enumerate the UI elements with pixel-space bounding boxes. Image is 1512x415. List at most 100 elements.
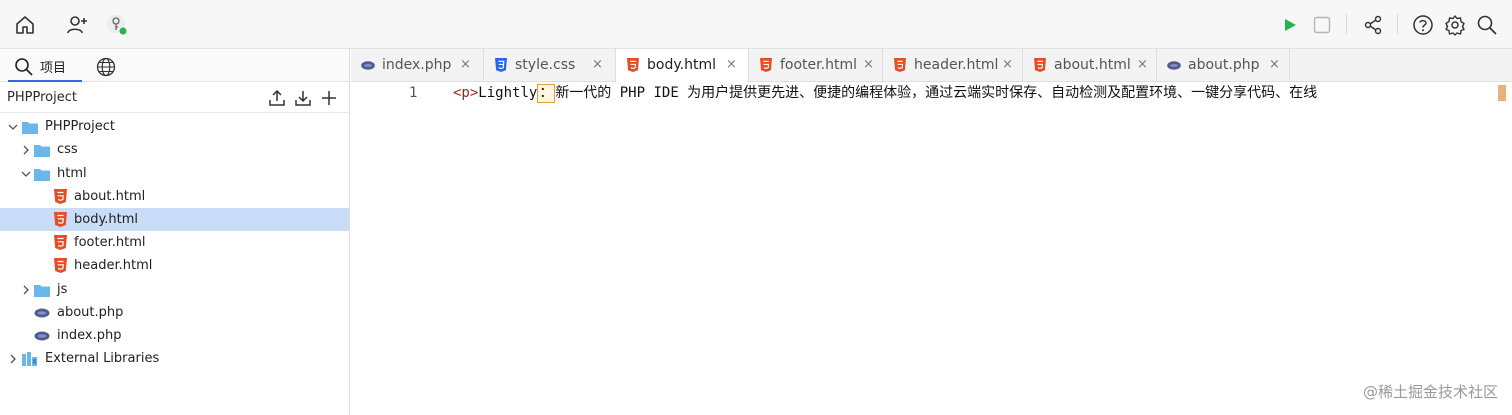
- project-sidebar: 项目 PHPProject PHPProject css html about.…: [0, 49, 350, 415]
- project-title: PHPProject: [7, 90, 77, 105]
- tree-item-about-html[interactable]: about.html: [0, 185, 349, 208]
- watermark: @稀土掘金技术社区: [1362, 383, 1498, 401]
- tree-item-external-libraries[interactable]: External Libraries: [0, 347, 349, 370]
- close-icon[interactable]: ×: [863, 57, 874, 72]
- tree-item-label: header.html: [74, 258, 153, 273]
- tab-label: style.css: [515, 57, 576, 73]
- run-icon[interactable]: [1275, 10, 1305, 40]
- close-icon[interactable]: ×: [1137, 57, 1148, 72]
- tab-about-html[interactable]: about.html ×: [1023, 49, 1157, 82]
- tree-item-header-html[interactable]: header.html: [0, 254, 349, 277]
- tab-project[interactable]: 项目: [8, 53, 82, 82]
- stop-icon[interactable]: [1307, 10, 1337, 40]
- code-line[interactable]: <p>Lightly：新一代的 PHP IDE 为用户提供更先进、便捷的编程体验…: [453, 83, 1317, 103]
- tree-item-label: External Libraries: [45, 351, 160, 366]
- scrollbar-marker[interactable]: [1498, 85, 1506, 101]
- chevron-down-icon[interactable]: [20, 168, 32, 180]
- chevron-down-icon[interactable]: [7, 121, 19, 133]
- top-toolbar: [0, 0, 1512, 49]
- search-icon[interactable]: [1472, 10, 1502, 40]
- folder-icon: [22, 119, 38, 135]
- tab-label: header.html: [914, 57, 999, 73]
- close-icon[interactable]: ×: [1002, 57, 1013, 72]
- folder-icon: [34, 282, 50, 298]
- tree-item-about-php[interactable]: about.php: [0, 301, 349, 324]
- tab-globe[interactable]: [94, 55, 118, 79]
- php-icon: [34, 305, 50, 321]
- tab-label: body.html: [647, 57, 716, 73]
- tab-label: about.html: [1054, 57, 1131, 73]
- tree-item-js[interactable]: js: [0, 278, 349, 301]
- tree-item-label: js: [57, 282, 68, 297]
- add-icon[interactable]: [318, 87, 340, 109]
- html5-icon: [52, 211, 68, 227]
- tab-footer-html[interactable]: footer.html ×: [749, 49, 883, 82]
- text-cursor-highlight: ：: [537, 84, 556, 103]
- tab-style-css[interactable]: style.css ×: [484, 49, 616, 82]
- close-icon[interactable]: ×: [726, 57, 737, 72]
- tree-item-label: about.html: [74, 189, 146, 204]
- php-icon: [1167, 58, 1181, 72]
- html5-icon: [52, 234, 68, 250]
- share-icon[interactable]: [1358, 10, 1388, 40]
- css3-icon: [494, 58, 508, 72]
- tree-item-footer-html[interactable]: footer.html: [0, 231, 349, 254]
- chevron-right-icon[interactable]: [20, 284, 32, 296]
- tree-item-css[interactable]: css: [0, 138, 349, 161]
- library-icon: [22, 351, 38, 367]
- help-icon[interactable]: [1408, 10, 1438, 40]
- add-user-icon[interactable]: [62, 10, 92, 40]
- code-tag: <p>: [453, 85, 479, 101]
- close-icon[interactable]: ×: [1269, 57, 1280, 72]
- editor-tab-bar: index.php × style.css × body.html × foot…: [351, 49, 1512, 83]
- sidebar-tabs: 项目: [0, 49, 349, 82]
- home-icon[interactable]: [10, 10, 40, 40]
- toolbar-separator: [1397, 14, 1398, 34]
- project-header: PHPProject: [0, 82, 349, 113]
- chevron-right-icon[interactable]: [7, 353, 19, 365]
- line-number: 1: [409, 85, 418, 101]
- tab-label: about.php: [1188, 57, 1260, 73]
- tab-body-html[interactable]: body.html ×: [616, 49, 749, 83]
- tab-label: footer.html: [780, 57, 857, 73]
- tree-item-label: footer.html: [74, 235, 146, 250]
- tree-item-label: about.php: [57, 305, 124, 320]
- chevron-right-icon[interactable]: [20, 144, 32, 156]
- settings-icon[interactable]: [1440, 10, 1470, 40]
- html5-icon: [52, 188, 68, 204]
- tree-item-phpproject[interactable]: PHPProject: [0, 115, 349, 138]
- folder-icon: [34, 142, 50, 158]
- tab-index-php[interactable]: index.php ×: [351, 49, 484, 82]
- html5-icon: [626, 58, 640, 72]
- tab-project-label: 项目: [40, 61, 67, 76]
- html5-icon: [759, 58, 773, 72]
- tree-item-label: css: [57, 142, 78, 157]
- tab-label: index.php: [382, 57, 452, 73]
- download-icon[interactable]: [292, 87, 314, 109]
- html5-icon: [893, 58, 907, 72]
- tab-about-php[interactable]: about.php ×: [1157, 49, 1290, 82]
- tree-item-label: html: [57, 166, 87, 181]
- tree-item-index-php[interactable]: index.php: [0, 324, 349, 347]
- code-text: Lightly: [478, 85, 538, 101]
- html5-icon: [1033, 58, 1047, 72]
- code-text: 新一代的 PHP IDE 为用户提供更先进、便捷的编程体验，通过云端实时保存、自…: [555, 85, 1318, 101]
- close-icon[interactable]: ×: [460, 57, 471, 72]
- toolbar-separator: [1346, 14, 1347, 34]
- globe-icon: [96, 57, 116, 77]
- tree-item-label: body.html: [74, 212, 139, 227]
- tree-item-label: index.php: [57, 328, 122, 343]
- php-icon: [34, 328, 50, 344]
- upload-icon[interactable]: [266, 87, 288, 109]
- tree-item-html[interactable]: html: [0, 162, 349, 185]
- code-editor[interactable]: 1 <p>Lightly：新一代的 PHP IDE 为用户提供更先进、便捷的编程…: [351, 83, 1512, 415]
- tree-item-body-html[interactable]: body.html: [0, 208, 349, 231]
- deploy-key-icon[interactable]: [102, 10, 132, 40]
- tree-item-label: PHPProject: [45, 119, 115, 134]
- php-icon: [361, 58, 375, 72]
- search-icon: [15, 57, 33, 76]
- close-icon[interactable]: ×: [592, 57, 603, 72]
- tab-header-html[interactable]: header.html ×: [883, 49, 1023, 82]
- folder-icon: [34, 166, 50, 182]
- html5-icon: [52, 257, 68, 273]
